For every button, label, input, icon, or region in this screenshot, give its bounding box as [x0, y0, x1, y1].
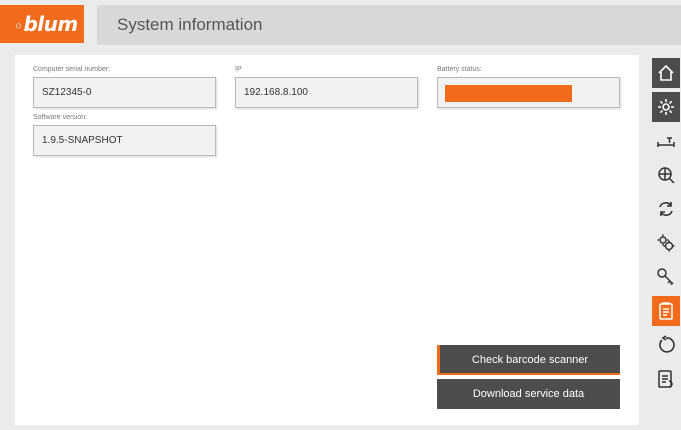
- sidebar-item-sync[interactable]: [652, 194, 680, 224]
- sidebar-item-gears[interactable]: [652, 228, 680, 258]
- sidebar-item-measure[interactable]: [652, 126, 680, 156]
- battery-level-bar: [445, 85, 572, 102]
- software-field: 1.9.5-SNAPSHOT: [33, 125, 216, 156]
- sidebar: [648, 55, 681, 430]
- header: ◦blum System information: [0, 0, 681, 45]
- clipboard-icon: [659, 302, 673, 320]
- sync-icon: [659, 202, 673, 216]
- check-barcode-scanner-button[interactable]: Check barcode scanner: [437, 345, 620, 375]
- sidebar-item-key[interactable]: [652, 262, 680, 292]
- document-icon: [658, 370, 673, 388]
- battery-field: [437, 77, 620, 108]
- page-title: System information: [117, 15, 263, 34]
- serial-field: SZ12345-0: [33, 77, 216, 108]
- sidebar-item-document[interactable]: [652, 364, 680, 394]
- measure-icon: [657, 137, 675, 147]
- restart-icon: [659, 335, 675, 353]
- sidebar-item-settings[interactable]: [652, 92, 680, 122]
- ip-label: IP: [235, 66, 242, 73]
- serial-label: Computer serial number:: [33, 66, 111, 73]
- sidebar-item-restart[interactable]: [652, 330, 680, 360]
- download-service-data-button[interactable]: Download service data: [437, 379, 620, 409]
- software-label: Software version:: [33, 114, 88, 121]
- settings-gear-icon: [658, 99, 674, 115]
- blum-logo: ◦blum: [0, 5, 84, 43]
- battery-label: Battery status:: [437, 66, 482, 73]
- zoom-globe-icon: [658, 167, 675, 184]
- title-bar: System information: [97, 5, 681, 45]
- home-icon: [658, 64, 674, 81]
- sidebar-item-zoom[interactable]: [652, 160, 680, 190]
- sidebar-item-clipboard[interactable]: [652, 296, 680, 326]
- sidebar-item-home[interactable]: [652, 58, 680, 88]
- gears-icon: [657, 234, 675, 252]
- key-icon: [657, 268, 674, 286]
- ip-field: 192.168.8.100: [235, 77, 418, 108]
- logo-text: blum: [23, 12, 78, 36]
